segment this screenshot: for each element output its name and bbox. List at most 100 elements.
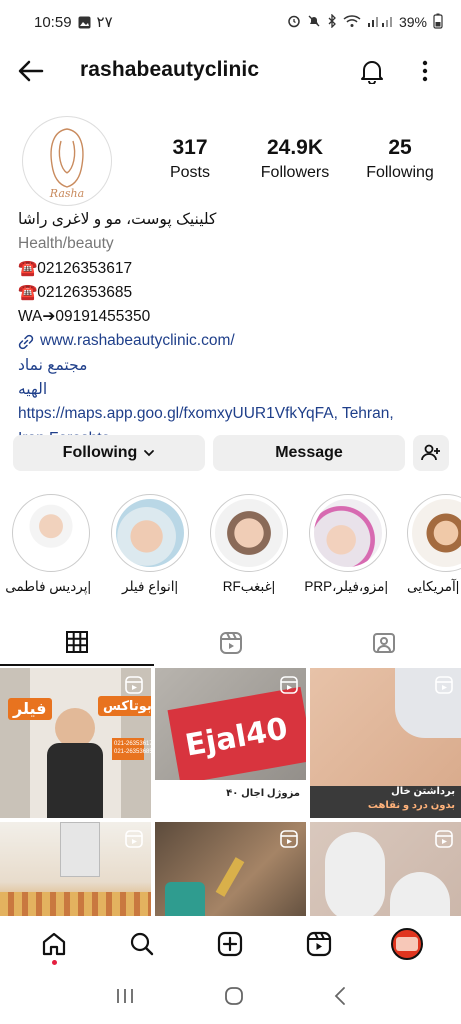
highlight-image <box>17 499 85 567</box>
following-count: 25 <box>388 136 412 159</box>
bio-phone-1: ☎️02126353617 <box>18 259 133 277</box>
posts-stat[interactable]: 317 Posts <box>140 136 240 182</box>
profile-username: rashabeautyclinic <box>80 58 260 81</box>
more-vertical-icon <box>422 60 428 82</box>
following-button[interactable]: Following <box>13 435 205 471</box>
home-circle-icon <box>224 986 243 1005</box>
highlight-item[interactable]: |مزو،فیلر،PRP <box>304 494 388 595</box>
followers-stat[interactable]: 24.9K Followers <box>245 136 345 182</box>
status-bar: 10:59 ۲۷ 39% <box>0 0 461 44</box>
highlight-image <box>314 499 382 567</box>
signal-icon <box>367 14 393 31</box>
highlight-item[interactable]: آمریکایی| <box>407 494 461 595</box>
system-nav-bar <box>0 972 461 1024</box>
reel-badge-icon <box>125 676 143 694</box>
posts-label: Posts <box>169 164 210 181</box>
nav-reels[interactable] <box>294 919 344 969</box>
highlight-label: |پردیس فاطمی <box>5 579 91 594</box>
silent-icon <box>307 14 321 31</box>
post-thumbnail[interactable]: Ejal40 مزوژل اجال ۴۰ <box>155 668 306 818</box>
reel-badge-icon <box>435 676 453 694</box>
battery-icon <box>433 13 443 32</box>
back-chevron-icon <box>334 986 345 1005</box>
gallery-icon <box>78 16 91 29</box>
avatar-logo-text: Rasha <box>49 187 84 200</box>
post-caption: برداشتن خال <box>391 786 455 797</box>
bio-category: Health/beauty <box>18 235 114 253</box>
reel-badge-icon <box>125 830 143 848</box>
website-text: www.rashabeautyclinic.com/ <box>40 332 235 350</box>
recent-apps-icon <box>116 988 133 1003</box>
alarm-icon <box>287 14 301 31</box>
highlight-label: |انواع فیلر <box>122 579 178 594</box>
bell-icon <box>361 61 383 84</box>
highlight-image <box>412 499 461 567</box>
rasha-logo-icon: Rasha <box>49 128 84 200</box>
bottom-nav <box>0 916 461 972</box>
post-caption: بوتاکس <box>98 696 151 716</box>
post-caption: فیلر <box>8 698 52 720</box>
profile-actions: Following Message <box>13 435 449 471</box>
highlight-item[interactable]: |انواع فیلر <box>110 494 190 595</box>
tab-reels[interactable] <box>154 620 308 666</box>
highlight-item[interactable]: |غبغبRF <box>209 494 289 595</box>
profile-stats: 317 Posts 24.9K Followers 25 Following <box>140 136 450 182</box>
tab-tagged[interactable] <box>307 620 461 666</box>
post-caption: بدون درد و نقاهت <box>367 800 455 811</box>
bio-phone-2: ☎️02126353685 <box>18 283 133 301</box>
highlight-label: آمریکایی| <box>407 579 460 594</box>
nav-home[interactable] <box>29 919 79 969</box>
post-thumbnail[interactable]: برداشتن خال بدون درد و نقاهت <box>310 668 461 818</box>
profile-avatar[interactable]: Rasha <box>22 116 112 206</box>
reels-icon <box>219 632 242 654</box>
bio-location[interactable]: مجتمع نماد الهیه <box>18 354 119 403</box>
following-stat[interactable]: 25 Following <box>350 136 450 182</box>
recent-apps-button[interactable] <box>115 987 135 1010</box>
followers-label: Followers <box>260 164 330 181</box>
status-time: 10:59 <box>34 13 72 31</box>
home-icon <box>42 932 66 956</box>
wifi-icon <box>343 14 361 31</box>
profile-avatar-small <box>390 928 423 960</box>
highlight-item[interactable]: |پردیس فاطمی <box>5 494 91 595</box>
add-user-icon <box>421 444 440 461</box>
reels-icon <box>306 931 331 957</box>
maps-link-line-1[interactable]: https://maps.app.goo.gl/fxomxyUUR1VfkYqF… <box>18 402 448 426</box>
home-notification-dot <box>51 960 57 965</box>
tab-posts[interactable] <box>0 620 154 666</box>
reel-badge-icon <box>435 830 453 848</box>
tagged-icon <box>373 633 396 653</box>
link-icon <box>18 334 34 349</box>
nav-search[interactable] <box>117 919 167 969</box>
following-label: Following <box>366 164 434 181</box>
nav-profile[interactable] <box>382 919 432 969</box>
back-button[interactable] <box>16 56 46 86</box>
reel-badge-icon <box>280 676 298 694</box>
bio-whatsapp: WA➔09191455350 <box>18 308 151 326</box>
profile-tabs <box>0 620 461 666</box>
search-icon <box>131 932 154 956</box>
message-button[interactable]: Message <box>213 435 405 471</box>
highlight-image <box>215 499 283 567</box>
highlight-label: |غبغبRF <box>222 579 276 594</box>
nav-create[interactable] <box>205 919 255 969</box>
highlight-label: |مزو،فیلر،PRP <box>304 579 388 594</box>
battery-percent: 39% <box>398 14 427 30</box>
more-options-button[interactable] <box>412 56 438 86</box>
back-arrow-icon <box>18 60 44 82</box>
profile-header: rashabeautyclinic <box>0 44 461 96</box>
reel-badge-icon <box>280 830 298 848</box>
back-system-button[interactable] <box>333 986 347 1011</box>
message-button-label: Message <box>275 444 343 461</box>
notifications-button[interactable] <box>357 56 387 86</box>
post-thumbnail[interactable]: بوتاکس فیلر 021-26353617 021-26353685 <box>0 668 151 818</box>
home-system-button[interactable] <box>224 986 244 1011</box>
posts-count: 317 <box>172 136 208 159</box>
grid-icon <box>65 631 88 653</box>
profile-bio: کلینیک پوست، مو و لاغری راشا Health/beau… <box>18 208 448 451</box>
website-link[interactable]: www.rashabeautyclinic.com/ <box>18 329 448 353</box>
notification-text: ۲۷ <box>96 14 113 31</box>
suggested-users-button[interactable] <box>413 435 449 471</box>
followers-count: 24.9K <box>266 136 324 159</box>
highlight-image <box>116 499 184 567</box>
